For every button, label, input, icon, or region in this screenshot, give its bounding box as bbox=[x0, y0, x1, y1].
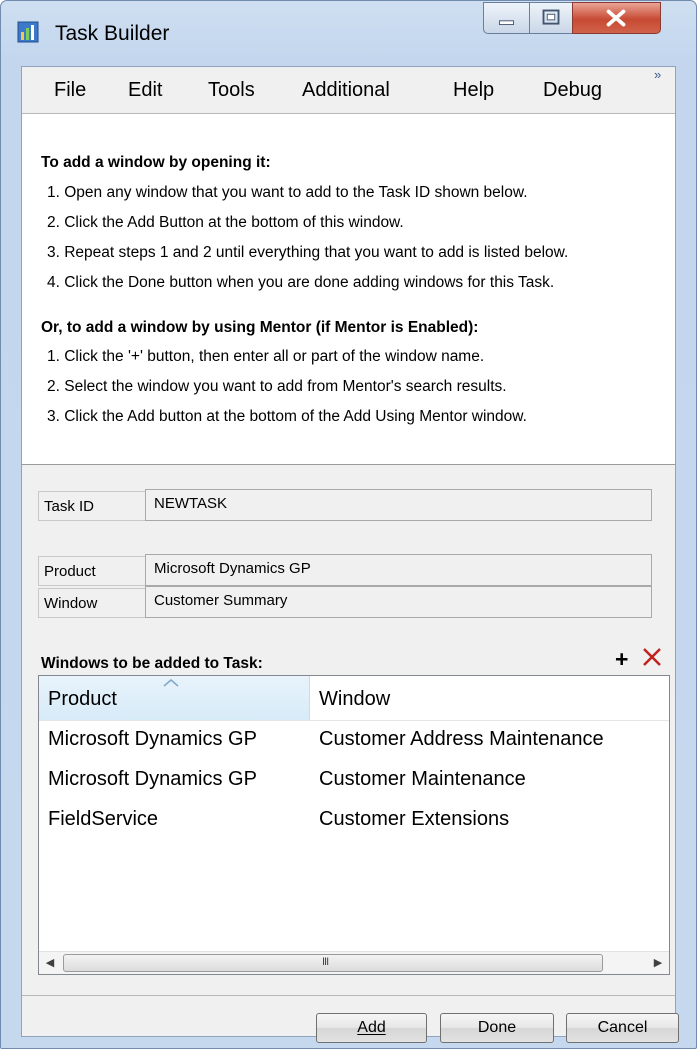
product-label: Product bbox=[38, 556, 145, 586]
instruction-step: 1. Click the '+' button, then enter all … bbox=[47, 348, 485, 365]
task-id-field[interactable]: NEWTASK bbox=[145, 489, 652, 521]
column-header-window[interactable]: Window bbox=[310, 676, 669, 720]
instruction-step: 1. Open any window that you want to add … bbox=[47, 184, 528, 201]
instruction-step: 3. Click the Add button at the bottom of… bbox=[47, 408, 527, 425]
close-icon bbox=[606, 9, 626, 27]
sort-ascending-icon bbox=[163, 679, 179, 687]
client-area: File Edit Tools Additional Help Debug » … bbox=[21, 66, 679, 1043]
column-header-product[interactable]: Product bbox=[39, 676, 310, 720]
instructions-panel: To add a window by opening it: 1. Open a… bbox=[22, 114, 675, 465]
task-id-label: Task ID bbox=[38, 491, 145, 521]
red-x-icon[interactable] bbox=[641, 646, 663, 668]
list-cell-product: Microsoft Dynamics GP bbox=[48, 728, 257, 750]
maximize-icon bbox=[542, 9, 560, 25]
done-button[interactable]: Done bbox=[440, 1013, 554, 1043]
list-cell-window: Customer Maintenance bbox=[319, 768, 526, 790]
scroll-grip: III bbox=[322, 956, 329, 968]
cancel-button[interactable]: Cancel bbox=[566, 1013, 679, 1043]
minimize-button[interactable] bbox=[483, 2, 530, 34]
menu-tools[interactable]: Tools bbox=[208, 79, 255, 102]
instructions-heading-mentor: Or, to add a window by using Mentor (if … bbox=[41, 319, 479, 336]
scroll-left-arrow-icon[interactable]: ◀ bbox=[39, 952, 61, 974]
window-field[interactable]: Customer Summary bbox=[145, 586, 652, 618]
menu-help[interactable]: Help bbox=[453, 79, 494, 102]
windows-list-title: Windows to be added to Task: bbox=[41, 655, 263, 672]
scroll-right-arrow-icon[interactable]: ▶ bbox=[647, 952, 669, 974]
task-builder-app-icon bbox=[17, 21, 39, 43]
add-button-label: Add bbox=[357, 1019, 386, 1036]
windows-list[interactable]: Product Window Microsoft Dynamics GP Cus… bbox=[38, 675, 670, 975]
list-cell-window: Customer Address Maintenance bbox=[319, 728, 604, 750]
instructions-heading-open: To add a window by opening it: bbox=[41, 154, 271, 171]
add-button[interactable]: Add bbox=[316, 1013, 427, 1043]
menu-additional[interactable]: Additional bbox=[302, 79, 390, 102]
divider bbox=[22, 995, 675, 996]
window-title: Task Builder bbox=[55, 22, 170, 45]
horizontal-scrollbar[interactable]: ◀ III ▶ bbox=[39, 951, 669, 974]
minimize-icon bbox=[499, 20, 514, 26]
list-item[interactable]: FieldService Customer Extensions bbox=[39, 800, 669, 840]
done-button-label: Done bbox=[477, 1019, 517, 1036]
list-cell-product: Microsoft Dynamics GP bbox=[48, 768, 257, 790]
product-field[interactable]: Microsoft Dynamics GP bbox=[145, 554, 652, 586]
column-header-label: Window bbox=[319, 688, 391, 710]
menu-bar: File Edit Tools Additional Help Debug » bbox=[22, 67, 675, 114]
instruction-step: 2. Click the Add Button at the bottom of… bbox=[47, 214, 404, 231]
menu-file[interactable]: File bbox=[54, 79, 86, 102]
scroll-thumb[interactable]: III bbox=[63, 954, 603, 972]
instruction-step: 3. Repeat steps 1 and 2 until everything… bbox=[47, 244, 569, 261]
list-cell-product: FieldService bbox=[48, 808, 159, 830]
instruction-step: 2. Select the window you want to add fro… bbox=[47, 378, 507, 395]
list-cell-window: Customer Extensions bbox=[319, 808, 510, 830]
close-button[interactable] bbox=[572, 2, 661, 34]
instruction-step: 4. Click the Done button when you are do… bbox=[47, 274, 555, 291]
menu-debug[interactable]: Debug bbox=[543, 79, 602, 102]
list-item[interactable]: Microsoft Dynamics GP Customer Maintenan… bbox=[39, 760, 669, 800]
window-label: Window bbox=[38, 588, 145, 618]
title-bar[interactable]: Task Builder bbox=[0, 0, 697, 60]
plus-icon[interactable]: + bbox=[615, 646, 628, 673]
menu-edit[interactable]: Edit bbox=[128, 79, 162, 102]
maximize-button[interactable] bbox=[529, 2, 573, 34]
list-item[interactable]: Microsoft Dynamics GP Customer Address M… bbox=[39, 720, 669, 760]
column-header-label: Product bbox=[48, 688, 117, 710]
cancel-button-label: Cancel bbox=[597, 1019, 648, 1036]
menu-overflow-chevron-icon[interactable]: » bbox=[654, 67, 661, 82]
list-header: Product Window bbox=[39, 676, 669, 721]
